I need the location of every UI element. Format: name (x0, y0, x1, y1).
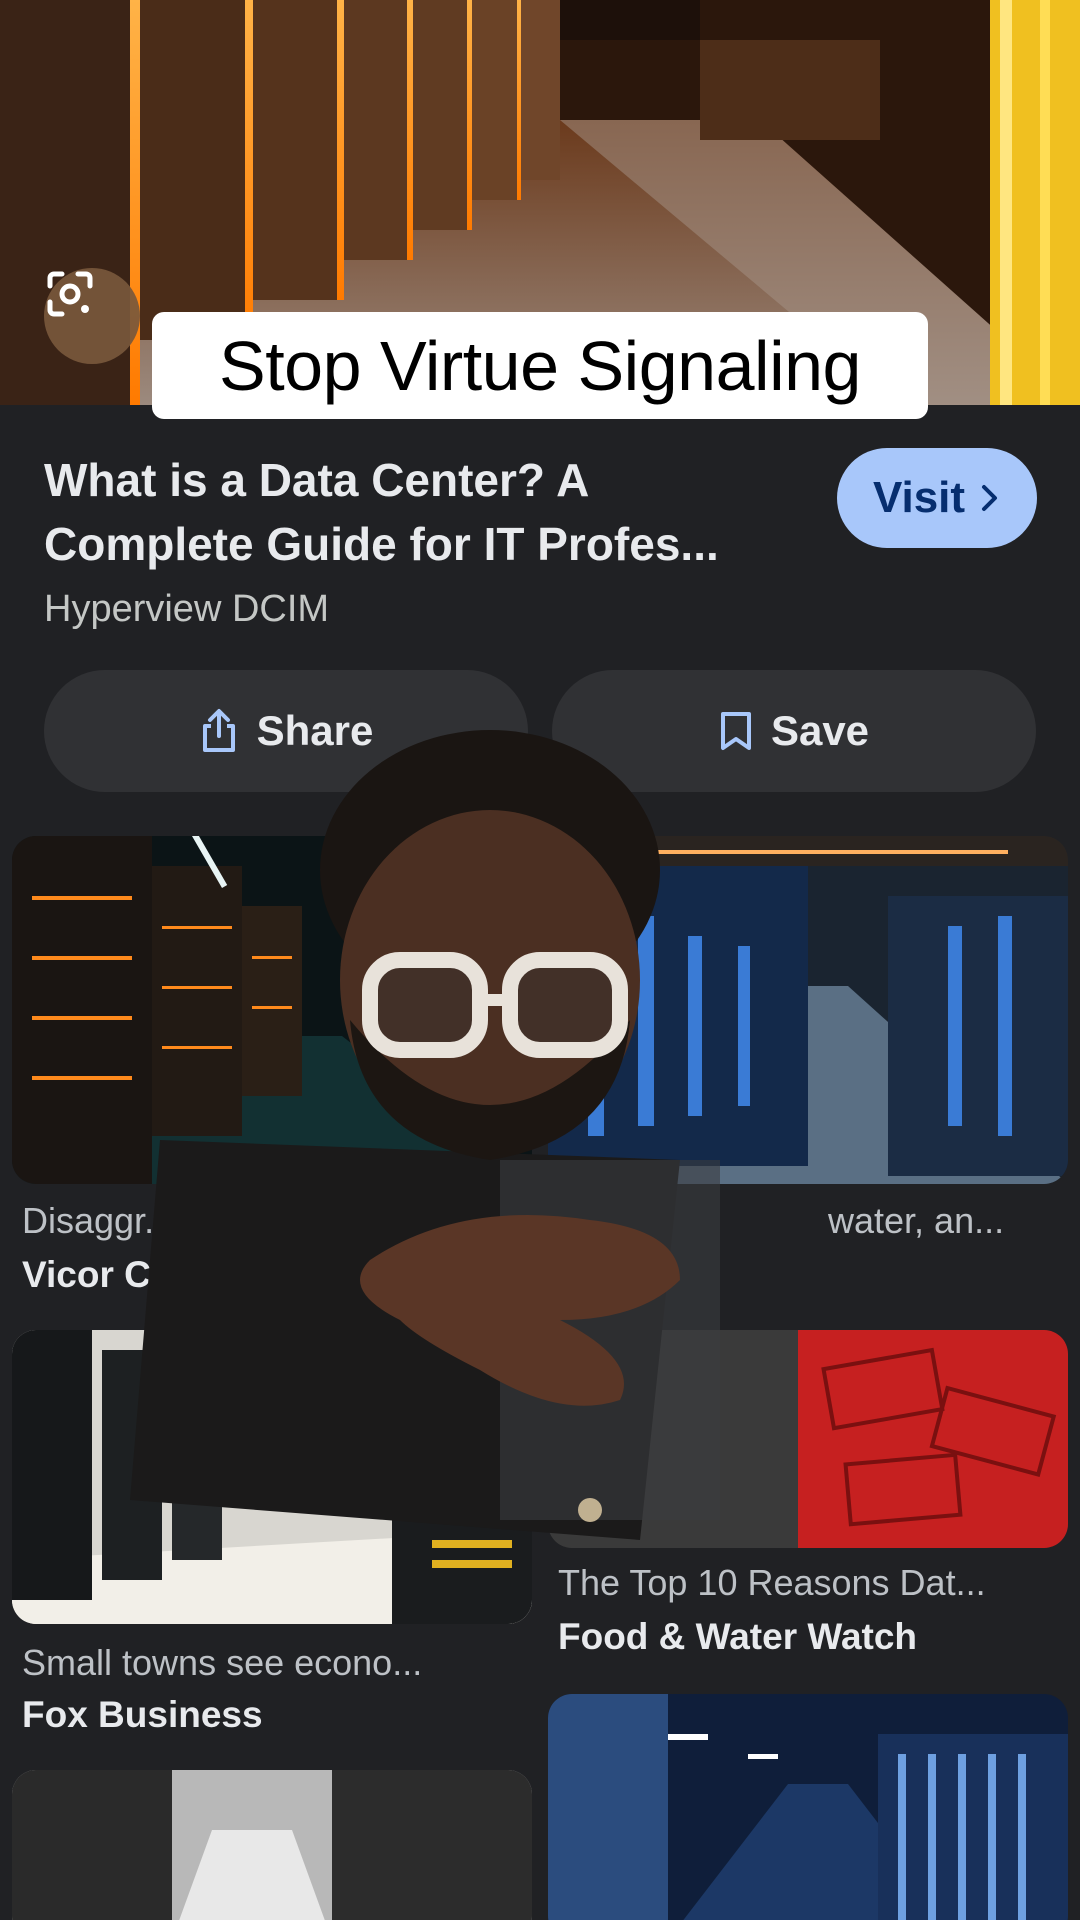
image-search-result-page: Stop Virtue Signaling What is a Data Cen… (0, 0, 1080, 1920)
result-title-line-1: What is a Data Center? A (44, 454, 590, 506)
chevron-right-icon (982, 485, 998, 511)
result-title[interactable]: What is a Data Center? A Complete Guide … (44, 448, 824, 576)
related-caption-2: water, an... (828, 1200, 1005, 1241)
google-lens-icon (47, 271, 93, 317)
related-caption-3: Small towns see econo... (22, 1642, 423, 1683)
video-caption: Stop Virtue Signaling (152, 312, 928, 419)
related-source-3: Fox Business (22, 1694, 263, 1735)
person-silhouette (130, 730, 720, 1540)
related-source-4: Food & Water Watch (558, 1616, 918, 1657)
result-title-line-2: Complete Guide for IT Profes... (44, 518, 719, 570)
related-image-5[interactable] (12, 1770, 532, 1920)
google-lens-button[interactable] (44, 268, 140, 364)
result-source: Hyperview DCIM (44, 588, 330, 630)
related-image-6[interactable] (548, 1694, 1068, 1920)
visit-label: Visit (872, 473, 966, 522)
creator-video-overlay (120, 720, 840, 1580)
visit-button[interactable]: Visit (837, 448, 1037, 548)
